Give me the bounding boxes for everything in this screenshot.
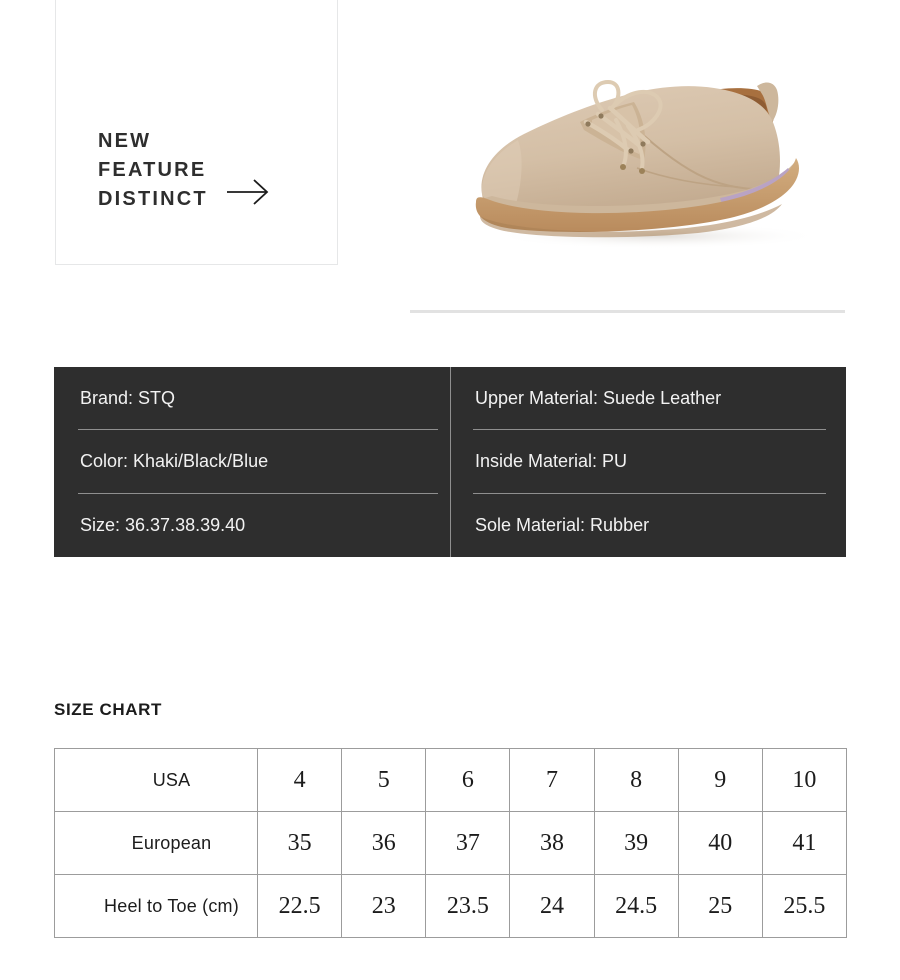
size-chart-section: SIZE CHART USA 4 5 6 7 8 9 10 European 3…: [54, 700, 848, 938]
promo-card[interactable]: NEW FEATURE DISTINCT: [55, 0, 338, 265]
table-row: Heel to Toe (cm) 22.5 23 23.5 24 24.5 25…: [54, 874, 848, 938]
spec-inside-material: Inside Material: PU: [451, 430, 846, 494]
cell-heel-2: 23.5: [425, 874, 511, 938]
row-label-european: European: [54, 811, 258, 875]
table-row: European 35 36 37 38 39 40 41: [54, 811, 848, 875]
spec-color: Color: Khaki/Black/Blue: [54, 430, 450, 494]
size-chart-table: USA 4 5 6 7 8 9 10 European 35 36 37 38 …: [54, 748, 848, 938]
spec-upper-material: Upper Material: Suede Leather: [451, 367, 846, 431]
hero-section: NEW FEATURE DISTINCT: [0, 0, 900, 340]
product-photo[interactable]: [360, 0, 900, 312]
spec-column-left: Brand: STQ Color: Khaki/Black/Blue Size:…: [54, 367, 450, 557]
table-row: USA 4 5 6 7 8 9 10: [54, 748, 848, 812]
cell-usa-2: 6: [425, 748, 511, 812]
shoe-illustration: [475, 79, 822, 249]
spec-brand: Brand: STQ: [54, 367, 450, 431]
cell-usa-3: 7: [509, 748, 595, 812]
promo-title: NEW FEATURE DISTINCT: [98, 130, 208, 210]
cell-usa-1: 5: [341, 748, 427, 812]
specifications-panel: Brand: STQ Color: Khaki/Black/Blue Size:…: [54, 367, 846, 557]
cell-heel-4: 24.5: [593, 874, 679, 938]
cell-usa-6: 10: [761, 748, 848, 812]
arrow-right-icon[interactable]: [226, 179, 270, 210]
row-label-heel-to-toe: Heel to Toe (cm): [54, 874, 258, 938]
spec-column-right: Upper Material: Suede Leather Inside Mat…: [450, 367, 846, 557]
cell-heel-5: 25: [677, 874, 763, 938]
cell-eu-0: 35: [256, 811, 343, 875]
spec-sole-material: Sole Material: Rubber: [475, 514, 650, 535]
spec-size: Size: 36.37.38.39.40: [80, 514, 246, 535]
promo-card-content: NEW FEATURE DISTINCT: [98, 127, 323, 214]
cell-eu-1: 36: [341, 811, 427, 875]
cell-usa-4: 8: [593, 748, 679, 812]
cell-heel-6: 25.5: [761, 874, 848, 938]
cell-eu-2: 37: [425, 811, 511, 875]
cell-usa-5: 9: [677, 748, 763, 812]
cell-heel-1: 23: [341, 874, 427, 938]
row-label-usa: USA: [54, 748, 258, 812]
photo-divider: [410, 310, 845, 313]
cell-heel-0: 22.5: [256, 874, 343, 938]
cell-eu-4: 39: [593, 811, 679, 875]
size-chart-heading: SIZE CHART: [54, 700, 162, 719]
cell-usa-0: 4: [256, 748, 343, 812]
cell-heel-3: 24: [509, 874, 595, 938]
cell-eu-6: 41: [761, 811, 848, 875]
cell-eu-5: 40: [677, 811, 763, 875]
cell-eu-3: 38: [509, 811, 595, 875]
